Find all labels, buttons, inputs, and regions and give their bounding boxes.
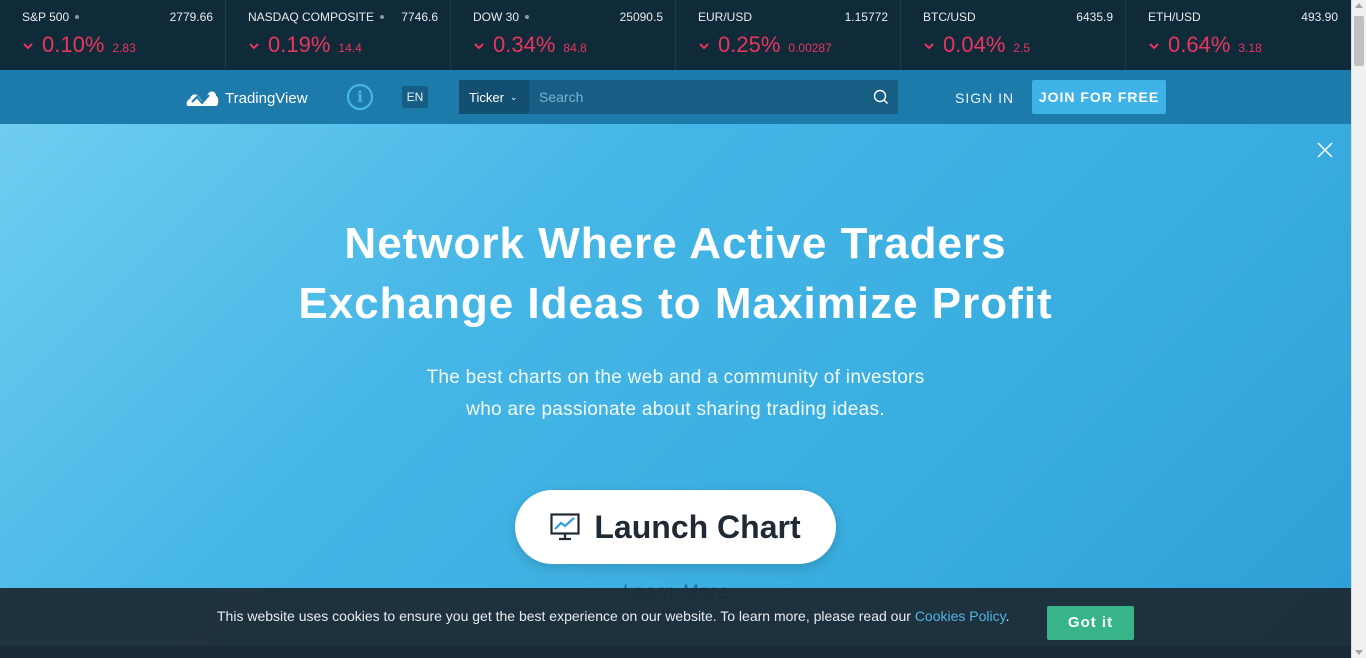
ticker-change: 14.4 xyxy=(338,41,362,55)
ticker-name: S&P 500 xyxy=(22,10,70,24)
ticker-change: 84.8 xyxy=(563,41,587,55)
hero-banner: Network Where Active Traders Exchange Id… xyxy=(0,124,1351,658)
scroll-thumb[interactable] xyxy=(1354,16,1364,66)
info-icon[interactable]: i xyxy=(347,84,373,110)
ticker-name: ETH/USD xyxy=(1148,10,1201,24)
ticker-name: EUR/USD xyxy=(698,10,753,24)
ticker-price: 493.90 xyxy=(1301,10,1338,24)
status-dot-icon xyxy=(380,15,385,19)
ticker-name: NASDAQ COMPOSITE xyxy=(248,10,375,24)
language-selector[interactable]: EN xyxy=(402,86,428,108)
chevron-down-icon: ⌄ xyxy=(509,91,518,102)
ticker-item[interactable]: EUR/USD 1.15772 0.25% 0.00287 xyxy=(675,0,900,70)
ticker-percent: 0.64% xyxy=(1168,32,1231,57)
ticker-item[interactable]: BTC/USD 6435.9 0.04% 2.5 xyxy=(900,0,1125,70)
page-bottom xyxy=(0,646,1351,658)
status-dot-icon xyxy=(75,15,80,19)
subheadline-line-2: who are passionate about sharing trading… xyxy=(466,399,885,420)
join-for-free-button[interactable]: JOIN FOR FREE xyxy=(1032,80,1166,114)
ticker-name: DOW 30 xyxy=(473,10,520,24)
headline-line-1: Network Where Active Traders xyxy=(344,219,1007,268)
sign-in-link[interactable]: SIGN IN xyxy=(955,90,1014,106)
tradingview-logo[interactable]: TradingView xyxy=(186,88,308,108)
ticker-percent: 0.19% xyxy=(268,32,331,57)
ticker-change: 2.5 xyxy=(1013,41,1031,55)
chevron-down-icon xyxy=(1149,43,1159,50)
cookie-suffix: . xyxy=(1005,608,1010,624)
got-it-button[interactable]: Got it xyxy=(1047,606,1134,640)
ticker-percent: 0.04% xyxy=(943,32,1006,57)
chevron-down-icon xyxy=(474,43,484,50)
subheadline-line-1: The best charts on the web and a communi… xyxy=(426,367,925,388)
cookie-text: This website uses cookies to ensure you … xyxy=(217,608,915,624)
navbar: TradingView i EN Ticker ⌄ SIGN IN JOIN FO… xyxy=(0,70,1351,124)
cloud-logo-icon xyxy=(186,91,219,106)
ticker-change: 2.83 xyxy=(112,41,136,55)
scrollbar[interactable] xyxy=(1351,0,1366,658)
ticker-percent: 0.25% xyxy=(718,32,781,57)
ticker-percent: 0.10% xyxy=(42,32,105,57)
ticker-bar: S&P 500 2779.66 0.10% 2.83 NASDAQ COMPOSIT… xyxy=(0,0,1351,70)
ticker-percent: 0.34% xyxy=(493,32,556,57)
ticker-change: 3.18 xyxy=(1238,41,1262,55)
chevron-down-icon xyxy=(249,43,259,50)
ticker-dropdown-label: Ticker xyxy=(469,89,504,105)
chevron-down-icon xyxy=(924,43,934,50)
launch-chart-label: Launch Chart xyxy=(594,508,801,545)
chevron-down-icon xyxy=(699,43,709,50)
scroll-up-icon[interactable] xyxy=(1355,3,1363,8)
search-bar: Ticker ⌄ xyxy=(459,80,898,114)
cookie-message: This website uses cookies to ensure you … xyxy=(217,608,1009,624)
ticker-item[interactable]: DOW 30 25090.5 0.34% 84.8 xyxy=(450,0,675,70)
cookie-banner: This website uses cookies to ensure you … xyxy=(0,588,1351,646)
ticker-name: BTC/USD xyxy=(923,10,976,24)
ticker-item[interactable]: S&P 500 2779.66 0.10% 2.83 xyxy=(0,0,225,70)
search-icon[interactable] xyxy=(864,80,898,114)
headline-line-2: Exchange Ideas to Maximize Profit xyxy=(298,279,1053,328)
close-icon[interactable] xyxy=(1317,142,1333,158)
ticker-change: 0.00287 xyxy=(788,41,832,55)
ticker-price: 7746.6 xyxy=(401,10,438,24)
launch-chart-button[interactable]: Launch Chart xyxy=(515,490,836,564)
ticker-price: 2779.66 xyxy=(169,10,213,24)
ticker-item[interactable]: NASDAQ COMPOSITE 7746.6 0.19% 14.4 xyxy=(225,0,450,70)
cookies-policy-link[interactable]: Cookies Policy xyxy=(915,608,1006,624)
ticker-price: 25090.5 xyxy=(619,10,663,24)
ticker-price: 1.15772 xyxy=(844,10,888,24)
scroll-down-icon[interactable] xyxy=(1355,650,1363,655)
ticker-price: 6435.9 xyxy=(1076,10,1113,24)
brand-name: TradingView xyxy=(225,89,308,107)
ticker-item[interactable]: ETH/USD 493.90 0.64% 3.18 xyxy=(1125,0,1350,70)
ticker-dropdown[interactable]: Ticker ⌄ xyxy=(459,80,529,114)
chevron-down-icon xyxy=(23,43,33,50)
status-dot-icon xyxy=(525,15,530,19)
search-input[interactable] xyxy=(529,80,864,114)
chart-monitor-icon xyxy=(550,513,580,541)
